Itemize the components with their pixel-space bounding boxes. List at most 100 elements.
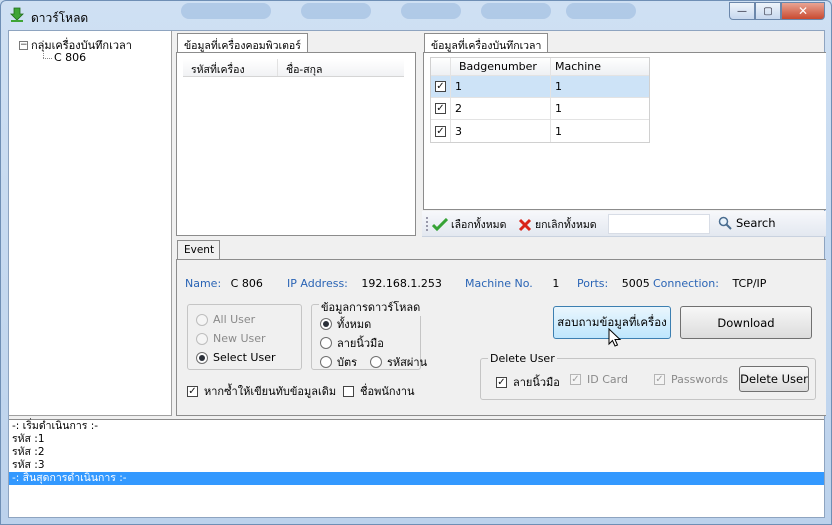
table-row[interactable]: ✓ 2 1 [431, 98, 649, 120]
column-header[interactable]: Machine [551, 58, 649, 75]
user-option-group: All User New User Select User [187, 304, 302, 370]
download-all-option[interactable]: ทั้งหมด [320, 315, 371, 333]
row-checkbox[interactable]: ✓ [435, 81, 446, 92]
background-ghost [401, 3, 461, 19]
window-controls: — ▢ ✕ [729, 2, 825, 20]
ports-value: 5005 [621, 277, 650, 290]
delete-fingerprint-checkbox[interactable]: ✓ [496, 376, 507, 388]
download-group-title: ข้อมูลการดาวร์โหลด [319, 298, 423, 316]
deselect-all-button[interactable]: ยกเลิกทั้งหมด [518, 216, 597, 233]
badge-cell: 2 [451, 98, 551, 119]
log-line: -: เริ่มดำเนินการ :- [12, 420, 99, 432]
tab-device-data[interactable]: ข้อมูลที่เครื่องบันทึกเวลา [424, 33, 549, 53]
column-header[interactable]: รหัสที่เครื่อง [183, 59, 278, 76]
computer-list-header: รหัสที่เครื่อง ชื่อ-สกุล [183, 59, 404, 77]
ports-label: Ports: [577, 277, 609, 290]
download-fingerprint-label: ลายนิ้วมือ [337, 337, 384, 350]
magnifier-icon [718, 216, 732, 230]
search-label: Search [736, 216, 776, 230]
collapse-icon[interactable]: − [19, 40, 28, 50]
search-input[interactable] [608, 214, 710, 234]
delete-passwords-option: ✓ Passwords [654, 373, 728, 386]
delete-id-card-option: ✓ ID Card [570, 373, 628, 386]
download-all-radio[interactable] [320, 318, 332, 330]
overwrite-checkbox[interactable]: ✓ [187, 385, 198, 397]
row-checkbox[interactable]: ✓ [435, 103, 446, 114]
red-x-icon [518, 218, 532, 231]
download-fingerprint-option[interactable]: ลายนิ้วมือ [320, 334, 384, 352]
name-value: C 806 [230, 277, 263, 290]
connection-value: TCP/IP [732, 277, 767, 290]
device-tree[interactable]: − กลุ่มเครื่องบันทึกเวลา C 806 [9, 31, 172, 416]
machine-cell: 1 [555, 102, 562, 115]
badge-cell: 3 [451, 120, 551, 142]
column-header[interactable]: ชื่อ-สกุล [278, 59, 404, 76]
select-user-radio[interactable] [196, 351, 208, 364]
title-bar: ดาวร์โหลด — ▢ ✕ [1, 1, 831, 31]
row-checkbox-cell: ✓ [431, 120, 451, 142]
row-checkbox-cell: ✓ [431, 76, 451, 97]
background-ghost [566, 3, 636, 19]
toolbar-grip[interactable] [426, 217, 429, 231]
overwrite-option[interactable]: ✓ หากซ้ำให้เขียนทับข้อมูลเดิม [187, 382, 336, 400]
search-button[interactable]: Search [718, 216, 776, 230]
download-card-radio[interactable] [320, 356, 332, 368]
new-user-option: New User [196, 332, 266, 345]
grid-header-blank [431, 58, 451, 75]
employee-name-option[interactable]: ชื่อพนักงาน [343, 382, 415, 400]
log-line: รหัส :1 [12, 433, 45, 445]
delete-passwords-checkbox: ✓ [654, 374, 665, 385]
row-checkbox[interactable]: ✓ [435, 125, 446, 137]
download-data-group: ข้อมูลการดาวร์โหลด ทั้งหมด ลายนิ้วมือ บั… [311, 298, 427, 371]
grid-header: Badgenumber Machine [431, 58, 649, 76]
device-info-machine: Machine No. 1 [465, 277, 559, 290]
delete-fingerprint-option[interactable]: ✓ ลายนิ้วมือ [496, 373, 560, 391]
client-area: − กลุ่มเครื่องบันทึกเวลา C 806 ข้อมูลที่… [8, 30, 826, 518]
log-line: รหัส :2 [12, 446, 45, 458]
device-user-grid: Badgenumber Machine ✓ 1 1 ✓ 2 1 ✓ 3 1 [430, 57, 650, 143]
delete-user-button[interactable]: Delete User [739, 366, 809, 392]
employee-name-checkbox[interactable] [343, 385, 354, 397]
delete-id-card-label: ID Card [587, 373, 628, 386]
maximize-button[interactable]: ▢ [755, 2, 781, 20]
machine-cell: 1 [555, 124, 562, 138]
download-password-option[interactable]: รหัสผ่าน [370, 353, 427, 371]
download-arrow-icon [10, 7, 24, 22]
download-password-label: รหัสผ่าน [387, 356, 428, 369]
download-window: ดาวร์โหลด — ▢ ✕ − กลุ่มเครื่องบันทึกเวลา… [0, 0, 832, 525]
tree-node-c806[interactable]: C 806 [54, 51, 86, 64]
log-line: รหัส :3 [12, 459, 45, 471]
tab-event[interactable]: Event [177, 240, 220, 260]
badge-cell: 1 [451, 76, 551, 97]
delete-id-card-checkbox: ✓ [570, 374, 581, 385]
machine-value: 1 [552, 277, 560, 290]
all-user-label: All User [213, 313, 256, 326]
delete-fingerprint-label: ลายนิ้วมือ [513, 376, 560, 389]
download-button[interactable]: Download [680, 306, 812, 339]
mouse-cursor-icon [608, 328, 622, 347]
download-card-label: บัตร [337, 356, 358, 369]
select-user-option[interactable]: Select User [196, 351, 276, 364]
close-button[interactable]: ✕ [781, 2, 825, 20]
download-fingerprint-radio[interactable] [320, 337, 332, 349]
column-header[interactable]: Badgenumber [451, 58, 551, 75]
device-info-name: Name: C 806 [185, 277, 263, 290]
all-user-radio [196, 313, 208, 326]
log-line-selected[interactable]: -: สิ้นสุดการดำเนินการ :- [9, 472, 824, 485]
device-info-ip: IP Address: 192.168.1.253 [287, 277, 442, 290]
minimize-button[interactable]: — [729, 2, 755, 20]
download-card-option[interactable]: บัตร [320, 353, 357, 371]
select-all-button[interactable]: เลือกทั้งหมด [432, 216, 506, 233]
download-password-radio[interactable] [370, 356, 382, 368]
table-row[interactable]: ✓ 3 1 [431, 120, 649, 142]
table-row[interactable]: ✓ 1 1 [431, 76, 649, 98]
ip-value: 192.168.1.253 [361, 277, 442, 290]
background-ghost [301, 3, 371, 19]
employee-name-label: ชื่อพนักงาน [360, 385, 415, 398]
deselect-all-label: ยกเลิกทั้งหมด [535, 219, 597, 231]
tab-computer-data[interactable]: ข้อมูลที่เครื่องคอมพิวเตอร์ [177, 33, 308, 53]
process-log[interactable]: -: เริ่มดำเนินการ :- รหัส :1 รหัส :2 รหั… [9, 419, 824, 517]
device-info-ports: Ports: 5005 [577, 277, 650, 290]
tree-connector [43, 58, 52, 59]
delete-passwords-label: Passwords [671, 373, 729, 386]
